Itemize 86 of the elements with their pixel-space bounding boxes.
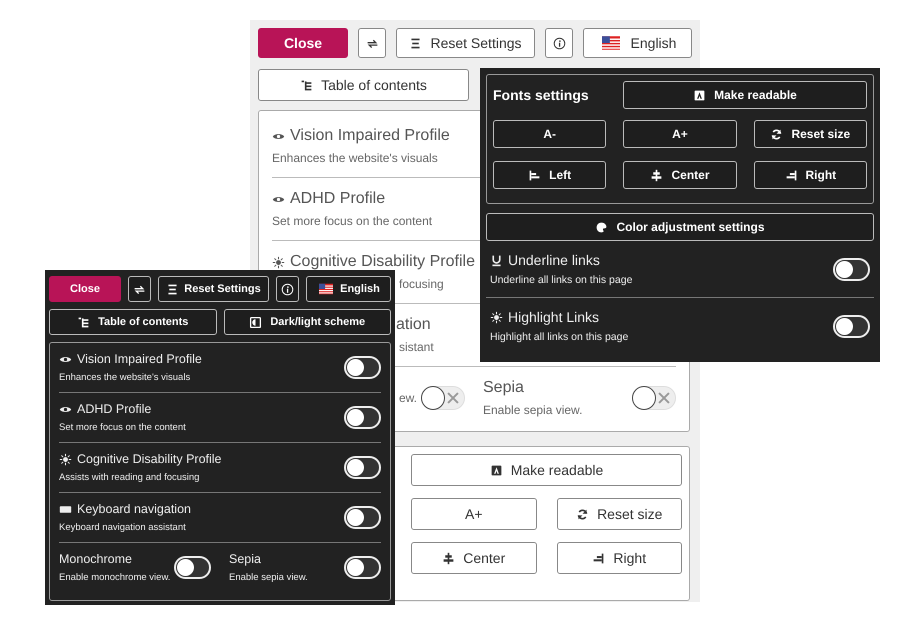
align-right-button[interactable]: Right [556, 542, 682, 574]
align-right-button[interactable]: Right [754, 161, 867, 189]
contrast-icon [249, 316, 262, 328]
option-title: Sepia [483, 379, 524, 397]
reset-size-button[interactable]: Reset size [556, 498, 682, 530]
align-center-button[interactable]: Center [623, 161, 737, 189]
option-description: focusing [399, 277, 444, 291]
option-title: ADHD Profile [290, 190, 386, 208]
swap-button[interactable] [128, 276, 151, 302]
option-title: ation [396, 316, 431, 334]
toggle-switch[interactable] [174, 556, 211, 579]
reset-size-button[interactable]: Reset size [754, 120, 867, 148]
lines-icon [409, 36, 422, 50]
toggle-switch[interactable] [344, 356, 381, 379]
sun-icon [272, 256, 285, 268]
option-description: ew. [399, 391, 418, 405]
reset-settings-button[interactable]: Reset Settings [158, 276, 269, 302]
info-button[interactable] [545, 28, 573, 58]
close-button[interactable]: Close [258, 28, 348, 58]
table-of-contents-button[interactable]: Table of contents [258, 69, 469, 101]
option-description: Set more focus on the content [59, 422, 186, 433]
reset-settings-button[interactable]: Reset Settings [396, 28, 535, 58]
option-title: Underline links [508, 252, 600, 268]
info-button[interactable] [276, 276, 299, 302]
option-title: Monochrome [59, 552, 132, 566]
increase-font-button[interactable]: A+ [623, 120, 737, 148]
table-of-contents-button[interactable]: Table of contents [49, 309, 216, 335]
palette-icon [595, 220, 608, 234]
option-title: Cognitive Disability Profile [77, 452, 222, 466]
option-title: ADHD Profile [77, 402, 152, 416]
option-description: Underline all links on this page [490, 274, 632, 286]
toggle-switch[interactable] [833, 314, 870, 338]
language-button[interactable]: English [306, 276, 391, 302]
align-right-icon [784, 168, 798, 182]
align-left-icon [528, 168, 542, 182]
close-button[interactable]: Close [49, 276, 121, 302]
a-box-icon [490, 464, 503, 476]
option-title: Vision Impaired Profile [77, 352, 202, 366]
align-center-button[interactable]: Center [411, 542, 536, 574]
toggle-switch[interactable] [344, 456, 381, 479]
sun-icon [490, 310, 503, 324]
align-left-button[interactable]: Left [493, 161, 606, 189]
color-scheme-button[interactable]: Dark/light scheme [224, 309, 391, 335]
option-description: sistant [399, 340, 434, 354]
align-center-icon [650, 168, 664, 182]
us-flag-icon [317, 282, 336, 296]
swap-button[interactable] [358, 28, 386, 58]
language-button[interactable]: English [583, 28, 692, 58]
option-description: Assists with reading and focusing [59, 472, 200, 483]
lines-icon [166, 282, 180, 296]
option-title: Vision Impaired Profile [290, 127, 450, 145]
info-icon [552, 36, 566, 50]
sun-icon [59, 452, 72, 466]
align-right-icon [592, 552, 606, 564]
option-title: Keyboard navigation [77, 502, 191, 516]
option-description: Enable sepia view. [229, 572, 308, 583]
toggle-switch[interactable] [421, 386, 465, 410]
option-title: Cognitive Disability Profile [290, 253, 475, 271]
underline-icon [490, 254, 503, 266]
decrease-font-button[interactable]: A- [493, 120, 606, 148]
toggle-switch[interactable] [833, 258, 870, 280]
toggle-switch[interactable] [344, 406, 381, 429]
option-description: Enable sepia view. [483, 403, 582, 417]
a-box-icon [693, 88, 706, 102]
toggle-switch[interactable] [632, 386, 676, 410]
option-description: Keyboard navigation assistant [59, 522, 186, 533]
make-readable-button[interactable]: Make readable [411, 454, 682, 486]
toggle-switch[interactable] [344, 556, 381, 579]
refresh-icon [770, 128, 784, 140]
make-readable-button[interactable]: Make readable [623, 81, 867, 109]
align-center-icon [442, 552, 456, 564]
option-title: Sepia [229, 552, 261, 566]
increase-font-button[interactable]: A+ [411, 498, 536, 530]
option-description: Enable monochrome view. [59, 572, 170, 583]
color-settings-button[interactable]: Color adjustment settings [486, 213, 874, 241]
section-title: Fonts settings [493, 87, 589, 103]
option-description: Set more focus on the content [272, 214, 432, 228]
info-icon [281, 282, 294, 296]
refresh-icon [576, 508, 590, 520]
toggle-switch[interactable] [344, 506, 381, 529]
option-title: Highlight Links [508, 309, 600, 325]
option-description: Enhances the website's visuals [272, 151, 438, 165]
option-description: Enhances the website's visuals [59, 372, 190, 383]
tree-list-icon [300, 78, 314, 92]
tree-list-icon [77, 316, 90, 328]
option-description: Highlight all links on this page [490, 331, 628, 343]
